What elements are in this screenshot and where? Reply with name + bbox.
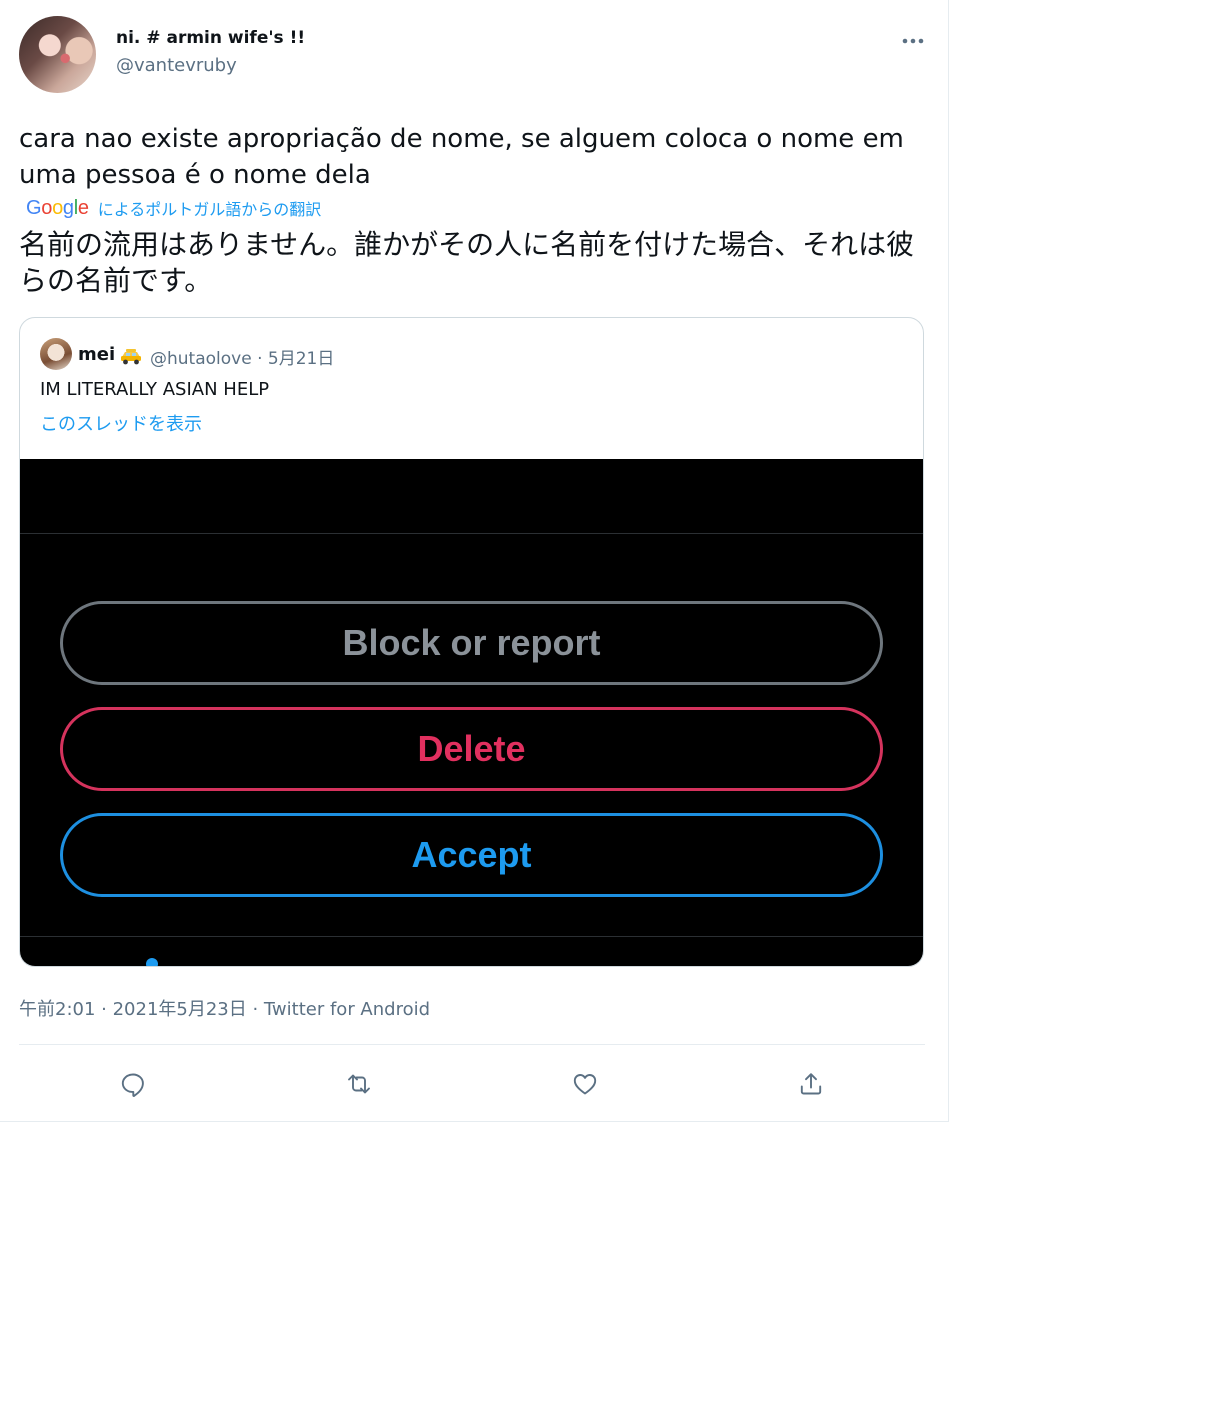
- tweet-timestamp[interactable]: 午前2:01 · 2021年5月23日 · Twitter for Androi…: [19, 995, 430, 1021]
- more-options-icon[interactable]: [900, 30, 926, 52]
- quoted-tweet-meta: @hutaolove · 5月21日: [150, 349, 335, 369]
- quoted-tweet-text: IM LITERALLY ASIAN HELP: [40, 379, 270, 400]
- media-block-or-report-button: Block or report: [60, 601, 883, 685]
- taxi-emoji-icon: [121, 349, 141, 365]
- translated-text: 名前の流用はありません。誰かがその人に名前を付けた場合、それは彼らの名前です。: [19, 228, 915, 297]
- media-divider: [20, 936, 923, 937]
- quoted-author-name: mei: [78, 344, 116, 365]
- media-accept-button: Accept: [60, 813, 883, 897]
- author-display-name[interactable]: ni. # armin wife's !!: [116, 28, 305, 48]
- media-indicator-dot: [146, 958, 158, 966]
- tweet-detail: ni. # armin wife's !! @vantevruby cara n…: [0, 0, 949, 1122]
- media-divider: [20, 533, 923, 534]
- retweet-icon[interactable]: [345, 1070, 373, 1098]
- quoted-media-image[interactable]: Block or report Delete Accept: [20, 459, 923, 966]
- reply-icon[interactable]: [119, 1070, 147, 1098]
- divider: [19, 1044, 925, 1045]
- author-handle[interactable]: @vantevruby: [116, 55, 237, 76]
- translation-attribution: Google によるポルトガル語からの翻訳: [26, 196, 321, 220]
- google-logo: Google: [26, 196, 89, 219]
- media-delete-button: Delete: [60, 707, 883, 791]
- like-icon[interactable]: [571, 1070, 599, 1098]
- share-icon[interactable]: [797, 1070, 825, 1098]
- tweet-text: cara nao existe apropriação de nome, se …: [19, 124, 904, 190]
- quoted-tweet-card[interactable]: mei @hutaolove · 5月21日 IM LITERALLY ASIA…: [19, 317, 924, 967]
- quoted-author-avatar: [40, 338, 72, 370]
- author-avatar[interactable]: [19, 16, 96, 93]
- translation-label-link[interactable]: によるポルトガル語からの翻訳: [98, 196, 322, 220]
- show-thread-link[interactable]: このスレッドを表示: [40, 410, 202, 436]
